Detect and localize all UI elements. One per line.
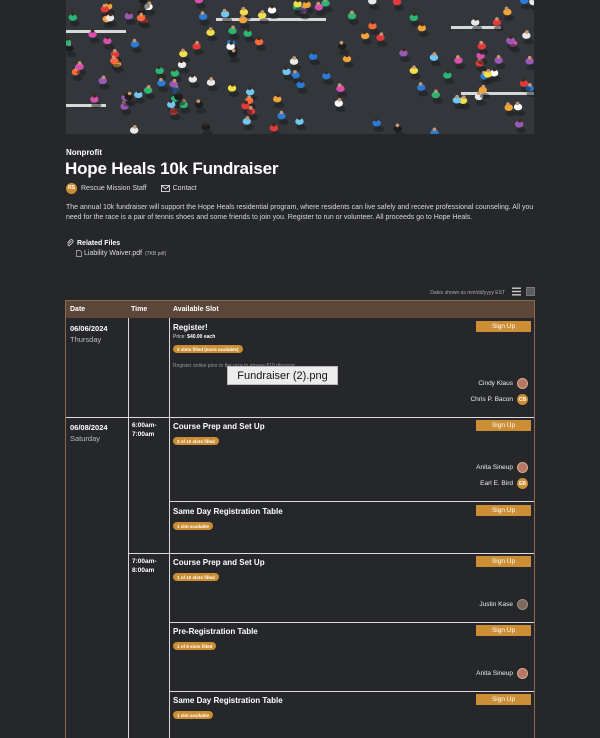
participant-name: Earl E. Bird [480, 480, 513, 487]
page-title: Hope Heals 10k Fundraiser [65, 159, 279, 178]
status-badge: 1 slot available [173, 711, 214, 719]
event-description: The annual 10k fundraiser will support t… [66, 204, 534, 221]
avatar [517, 462, 528, 473]
mail-icon[interactable] [160, 184, 170, 192]
slot-title: Course Prep and Set Up [173, 558, 265, 567]
file-name[interactable]: Liability Waiver.pdf [84, 250, 142, 257]
related-files-label: Related Files [77, 239, 121, 247]
day-of-week: Saturday [70, 434, 101, 443]
sign-up-button[interactable]: Sign Up [476, 420, 531, 431]
column-header-time: Time [131, 306, 148, 313]
row-divider [128, 553, 534, 554]
document-icon [76, 250, 82, 257]
participant: Earl E. Bird EB [480, 478, 528, 489]
status-badge: 2 of 10 slots filled [173, 437, 219, 445]
slot-title: Same Day Registration Table [173, 507, 283, 516]
row-divider [169, 622, 534, 623]
slot-title: Register! [173, 323, 208, 332]
slot-title: Same Day Registration Table [173, 696, 283, 705]
file-link[interactable]: Liability Waiver.pdf (7KB pdf) [76, 250, 166, 257]
status-badge: 1 slot available [173, 522, 214, 530]
event-meta: RS Rescue Mission Staff Contact [66, 182, 197, 194]
participant: Anita Sineup [476, 462, 528, 473]
hero-image [66, 0, 534, 134]
slot-price: Price: $40.00 each [173, 334, 215, 340]
slot-title: Course Prep and Set Up [173, 422, 265, 431]
slot-title: Pre-Registration Table [173, 627, 258, 636]
sign-up-button[interactable]: Sign Up [476, 694, 531, 705]
date-value: 06/06/2024 [70, 324, 108, 333]
column-header-date: Date [70, 306, 86, 313]
event-category: Nonprofit [66, 148, 102, 157]
related-files-heading: Related Files [66, 239, 120, 247]
row-divider [169, 691, 534, 692]
sign-up-button[interactable]: Sign Up [476, 505, 531, 516]
date-value: 06/08/2024 [70, 423, 108, 432]
participant-name: Anita Sineup [476, 464, 513, 471]
avatar: EB [517, 478, 528, 489]
avatar [517, 378, 528, 389]
calendar-view-icon[interactable] [526, 287, 535, 296]
sign-up-button[interactable]: Sign Up [476, 321, 531, 332]
price-value: $40.00 each [187, 334, 216, 340]
price-label: Price: [173, 334, 186, 340]
status-badge: 1 of 8 slots filled [173, 642, 217, 650]
status-badge: 1 of 10 slots filled [173, 573, 219, 581]
column-divider [128, 318, 129, 738]
time-cell: 7:00am- 8:00am [132, 558, 157, 574]
participant-name: Anita Sineup [476, 670, 513, 677]
sign-up-button[interactable]: Sign Up [476, 556, 531, 567]
file-size: (7KB pdf) [145, 250, 167, 257]
sign-up-button[interactable]: Sign Up [476, 625, 531, 636]
date-cell: 06/08/2024 Saturday [70, 423, 108, 443]
row-divider [66, 417, 534, 418]
organizer-name[interactable]: Rescue Mission Staff [81, 185, 147, 192]
status-badge: 2 slots filled (more available) [173, 345, 243, 353]
date-cell: 06/06/2024 Thursday [70, 324, 108, 344]
organizer-avatar: RS [66, 182, 77, 194]
avatar: CB [517, 394, 528, 405]
participant: Anita Sineup [476, 668, 528, 679]
time-cell: 6:00am- 7:00am [132, 422, 157, 438]
day-of-week: Thursday [70, 335, 102, 344]
contact-link[interactable]: Contact [173, 185, 197, 192]
table-header: Date Time Available Slot [66, 301, 534, 318]
list-view-icon[interactable] [512, 287, 521, 296]
participant: Chris P. Bacon CB [470, 394, 528, 405]
dates-note: Dates shown as mm/dd/yyyy EST [430, 290, 505, 296]
row-divider [169, 501, 534, 502]
filename-tooltip: Fundraiser (2).png [227, 366, 338, 385]
avatar [517, 599, 528, 610]
participant-name: Cindy Klaus [478, 380, 513, 387]
participant-name: Chris P. Bacon [470, 396, 513, 403]
participant-name: Justin Kase [479, 601, 513, 608]
column-header-slot: Available Slot [173, 306, 219, 313]
participant: Cindy Klaus [478, 378, 528, 389]
avatar [517, 668, 528, 679]
column-divider [169, 318, 170, 738]
participant: Justin Kase [479, 599, 528, 610]
paperclip-icon [66, 239, 74, 247]
